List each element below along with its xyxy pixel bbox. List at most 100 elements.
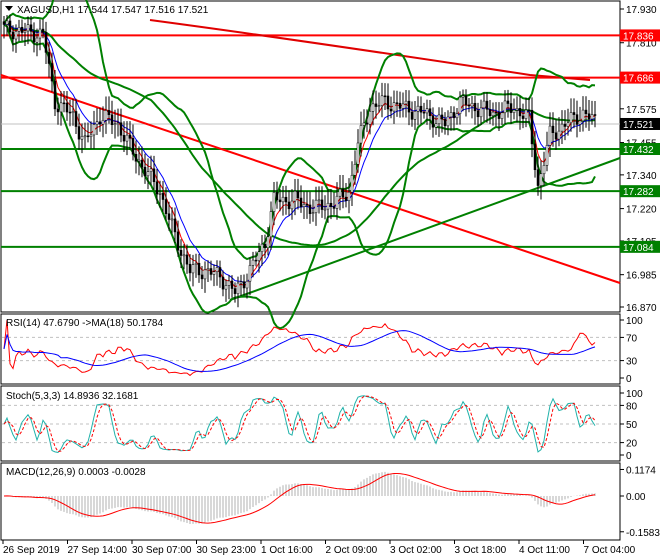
candle: [446, 110, 450, 136]
candle-body: [362, 122, 366, 126]
candle-body: [191, 264, 195, 274]
candle-body: [44, 31, 48, 53]
candle-body: [332, 206, 336, 209]
candle-body: [173, 218, 177, 233]
candle-body: [23, 30, 27, 33]
candle-body: [371, 103, 375, 112]
moving-average-50: [3, 21, 596, 247]
candle-body: [215, 267, 219, 273]
candle: [308, 191, 312, 224]
candle-body: [17, 26, 21, 32]
candle-body: [443, 118, 447, 127]
chart-canvas[interactable]: 17.93017.81017.57517.45517.34017.22017.1…: [0, 0, 660, 560]
candle-body: [353, 164, 357, 176]
candle-body: [575, 114, 579, 125]
candle: [527, 97, 531, 124]
candle: [509, 92, 513, 124]
level-price-label: 17.686: [623, 74, 654, 85]
candle: [515, 96, 519, 123]
candle: [98, 107, 102, 132]
candle: [173, 207, 177, 244]
candle: [587, 99, 591, 131]
stoch-label: Stoch(5,3,3) 14.8936 32.1681: [6, 391, 139, 402]
current-price-label: 17.521: [623, 120, 654, 131]
candle-body: [200, 274, 204, 280]
candle: [269, 201, 273, 250]
candle-body: [203, 269, 207, 280]
candle-body: [425, 108, 429, 114]
candle-body: [515, 108, 519, 111]
candle-body: [356, 142, 360, 165]
candle: [71, 98, 75, 126]
candle: [332, 192, 336, 215]
candle: [476, 102, 480, 127]
candle-body: [389, 108, 393, 112]
candle-body: [251, 259, 255, 266]
ascending-trendline[interactable]: [229, 157, 621, 301]
candle-body: [500, 112, 504, 119]
stoch-tick-label: 20: [626, 439, 638, 450]
candle-body: [287, 201, 291, 210]
candle-body: [137, 159, 141, 162]
candle-body: [62, 102, 66, 105]
candle: [92, 110, 96, 149]
candle: [575, 100, 579, 138]
candle-body: [32, 31, 36, 43]
candle-body: [344, 196, 348, 201]
macd-tick-label: 0.00: [626, 492, 646, 503]
candle-body: [104, 110, 108, 121]
candle-body: [179, 249, 183, 256]
candle-body: [422, 111, 426, 114]
candle: [452, 106, 456, 131]
candle-body: [281, 196, 285, 203]
candle-body: [239, 281, 243, 284]
candle-body: [593, 114, 597, 116]
level-price-label: 17.282: [623, 187, 654, 198]
candle-body: [554, 132, 558, 140]
candle-body: [185, 254, 189, 265]
level-price-label: 17.432: [623, 145, 654, 156]
candle: [194, 253, 198, 278]
candle-body: [464, 95, 468, 106]
candle-body: [587, 113, 591, 120]
candle: [302, 191, 306, 219]
candle-body: [449, 112, 453, 118]
candle-body: [548, 125, 552, 146]
candle: [323, 195, 327, 220]
candle-body: [209, 268, 213, 275]
price-tick-label: 17.930: [626, 5, 657, 16]
candle-body: [335, 195, 339, 209]
candle-body: [416, 105, 420, 112]
candle-body: [164, 199, 168, 214]
candle-body: [149, 168, 153, 172]
macd-signal-line: [3, 472, 596, 524]
candle-body: [263, 243, 267, 249]
candle-body: [92, 124, 96, 136]
candle-body: [269, 211, 273, 238]
candle: [464, 89, 468, 117]
candle: [383, 83, 387, 110]
collapse-triangle-icon[interactable]: [5, 6, 13, 11]
candle: [296, 178, 300, 210]
candle-body: [557, 130, 561, 140]
candle-body: [125, 134, 129, 142]
candle-body: [98, 121, 102, 125]
candle: [290, 189, 294, 220]
candle: [560, 110, 564, 144]
candle-body: [407, 100, 411, 113]
candle-body: [254, 259, 258, 262]
candle-body: [551, 125, 555, 133]
rsi-label: RSI(14) 47.6790 ->MA(18) 50.1784: [6, 318, 163, 329]
candle: [44, 21, 48, 65]
candle-body: [458, 96, 462, 114]
price-tick-label: 16.870: [626, 303, 657, 314]
candle: [311, 199, 315, 222]
candle-body: [503, 100, 507, 114]
candle-body: [257, 251, 261, 261]
candle-body: [536, 169, 540, 186]
candle-body: [56, 108, 60, 113]
candle: [419, 96, 423, 125]
candle-body: [566, 122, 570, 127]
candle-body: [365, 122, 369, 125]
candle: [386, 83, 390, 120]
